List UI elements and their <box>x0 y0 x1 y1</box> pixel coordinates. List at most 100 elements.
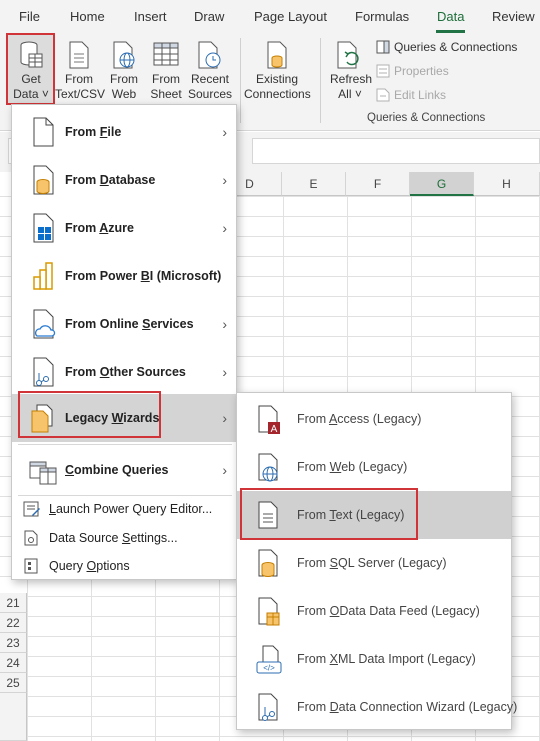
menu-item-from-access-legacy[interactable]: A From Access (Legacy) <box>237 395 511 443</box>
queries-pane-icon <box>376 40 390 54</box>
column-header-f[interactable]: F <box>346 172 410 196</box>
refresh-all-label-1: Refresh <box>330 72 373 86</box>
database-icon <box>33 165 54 195</box>
combine-queries-icon <box>29 461 57 485</box>
data-source-settings-icon <box>24 530 38 546</box>
from-web-button[interactable]: From Web <box>105 40 143 102</box>
edit-links-label: Edit Links <box>394 88 447 102</box>
menu-item-query-options[interactable]: Query Options <box>12 553 236 579</box>
tab-review[interactable]: Review <box>492 9 535 24</box>
access-icon: A <box>258 405 280 435</box>
power-query-editor-icon <box>23 501 40 517</box>
tab-home[interactable]: Home <box>70 9 105 24</box>
power-bi-icon <box>33 262 53 290</box>
chevron-right-icon: › <box>222 410 227 426</box>
column-header-h[interactable]: H <box>474 172 540 196</box>
from-text-csv-button[interactable]: From Text/CSV <box>55 40 106 102</box>
active-tab-indicator <box>436 30 465 33</box>
tab-draw[interactable]: Draw <box>194 9 224 24</box>
menu-item-from-other-sources[interactable]: From Other Sources › <box>12 348 236 396</box>
menu-item-from-online-services[interactable]: From Online Services › <box>12 300 236 348</box>
menu-item-from-data-connection-wizard-legacy[interactable]: From Data Connection Wizard (Legacy) <box>237 683 517 731</box>
ribbon-separator <box>240 38 241 123</box>
row-header-22[interactable]: 22 <box>0 613 27 633</box>
edit-links-button[interactable]: Edit Links <box>376 88 446 102</box>
tab-file[interactable]: File <box>19 9 40 24</box>
ribbon-tab-bar: File Home Insert Draw Page Layout Formul… <box>0 0 540 34</box>
sheet-table-icon <box>153 42 179 66</box>
ribbon-separator <box>320 38 321 123</box>
from-text-csv-label-1: From <box>65 72 93 86</box>
from-web-label-1: From <box>110 72 138 86</box>
from-web-label-2: Web <box>111 87 137 101</box>
row-header-25[interactable]: 25 <box>0 673 27 693</box>
edit-links-icon <box>376 88 390 102</box>
svg-text:A: A <box>271 424 278 435</box>
menu-item-from-database[interactable]: From Database › <box>12 156 236 204</box>
refresh-all-label-2: All ˅ <box>338 87 362 101</box>
web-globe-icon <box>258 453 278 482</box>
chevron-right-icon: › <box>222 316 227 332</box>
formula-input[interactable] <box>252 138 540 164</box>
column-header-e[interactable]: E <box>282 172 346 196</box>
properties-label: Properties <box>394 64 449 78</box>
from-text-legacy-highlight <box>240 488 418 540</box>
xml-icon: </> <box>256 645 282 674</box>
get-data-label-1: Get <box>21 72 41 86</box>
recent-clock-icon <box>198 41 221 69</box>
menu-item-launch-power-query-editor[interactable]: Launch Power Query Editor... <box>12 496 236 522</box>
database-table-icon <box>20 41 43 68</box>
recent-sources-label-2: Sources <box>187 87 233 101</box>
menu-item-from-azure[interactable]: From Azure › <box>12 204 236 252</box>
tab-insert[interactable]: Insert <box>134 9 167 24</box>
query-options-icon <box>24 558 38 574</box>
column-header-g[interactable]: G <box>410 172 474 196</box>
chevron-right-icon: › <box>222 364 227 380</box>
get-data-label-2: Data ˅ <box>13 87 49 101</box>
connection-file-icon <box>267 41 287 69</box>
sql-database-icon <box>258 549 278 577</box>
menu-item-from-web-legacy[interactable]: From Web (Legacy) <box>237 443 511 491</box>
tab-data[interactable]: Data <box>437 9 464 24</box>
chevron-right-icon: › <box>222 172 227 188</box>
menu-item-from-xml-import-legacy[interactable]: </> From XML Data Import (Legacy) <box>237 635 511 683</box>
existing-connections-button[interactable]: Existing Connections <box>244 40 311 102</box>
refresh-icon <box>337 41 359 69</box>
existing-connections-label-2: Connections <box>244 87 311 101</box>
file-icon <box>33 117 54 147</box>
menu-separator <box>18 444 232 445</box>
existing-connections-label-1: Existing <box>255 72 299 86</box>
from-sheet-button[interactable]: From Sheet <box>146 40 186 102</box>
get-data-button[interactable]: Get Data ˅ <box>9 40 53 102</box>
legacy-wizards-highlight <box>18 391 161 438</box>
properties-button[interactable]: Properties <box>376 64 449 78</box>
tab-formulas[interactable]: Formulas <box>355 9 409 24</box>
from-text-csv-label-2: Text/CSV <box>55 87 106 101</box>
web-globe-icon <box>113 41 135 69</box>
row-header-23[interactable]: 23 <box>0 633 27 653</box>
refresh-all-button[interactable]: Refresh All ˅ <box>330 40 373 102</box>
menu-item-data-source-settings[interactable]: Data Source Settings... <box>12 525 236 551</box>
from-sheet-label-1: From <box>152 72 180 86</box>
recent-sources-button[interactable]: Recent Sources <box>187 40 233 102</box>
cloud-icon <box>33 309 56 339</box>
queries-connections-button[interactable]: Queries & Connections <box>376 40 517 54</box>
from-sheet-label-2: Sheet <box>150 87 182 101</box>
chevron-right-icon: › <box>222 462 227 478</box>
other-sources-icon <box>33 357 54 387</box>
properties-icon <box>376 64 390 78</box>
row-header-24[interactable]: 24 <box>0 653 27 673</box>
data-connection-icon <box>258 693 278 721</box>
text-file-icon <box>69 41 89 69</box>
menu-item-combine-queries[interactable]: Combine Queries › <box>12 446 236 494</box>
queries-group-label: Queries & Connections <box>367 112 486 124</box>
menu-item-from-power-bi[interactable]: From Power BI (Microsoft) <box>12 252 236 300</box>
row-header-21[interactable]: 21 <box>0 593 27 613</box>
row-header-blank[interactable] <box>0 693 27 741</box>
menu-item-from-odata-feed-legacy[interactable]: From OData Data Feed (Legacy) <box>237 587 511 635</box>
azure-windows-icon <box>33 213 54 243</box>
menu-item-from-sql-server-legacy[interactable]: From SQL Server (Legacy) <box>237 539 511 587</box>
menu-item-from-file[interactable]: From File › <box>12 108 236 156</box>
get-data-menu: From File › From Database › From Azure ›… <box>11 104 237 580</box>
tab-page-layout[interactable]: Page Layout <box>254 9 327 24</box>
